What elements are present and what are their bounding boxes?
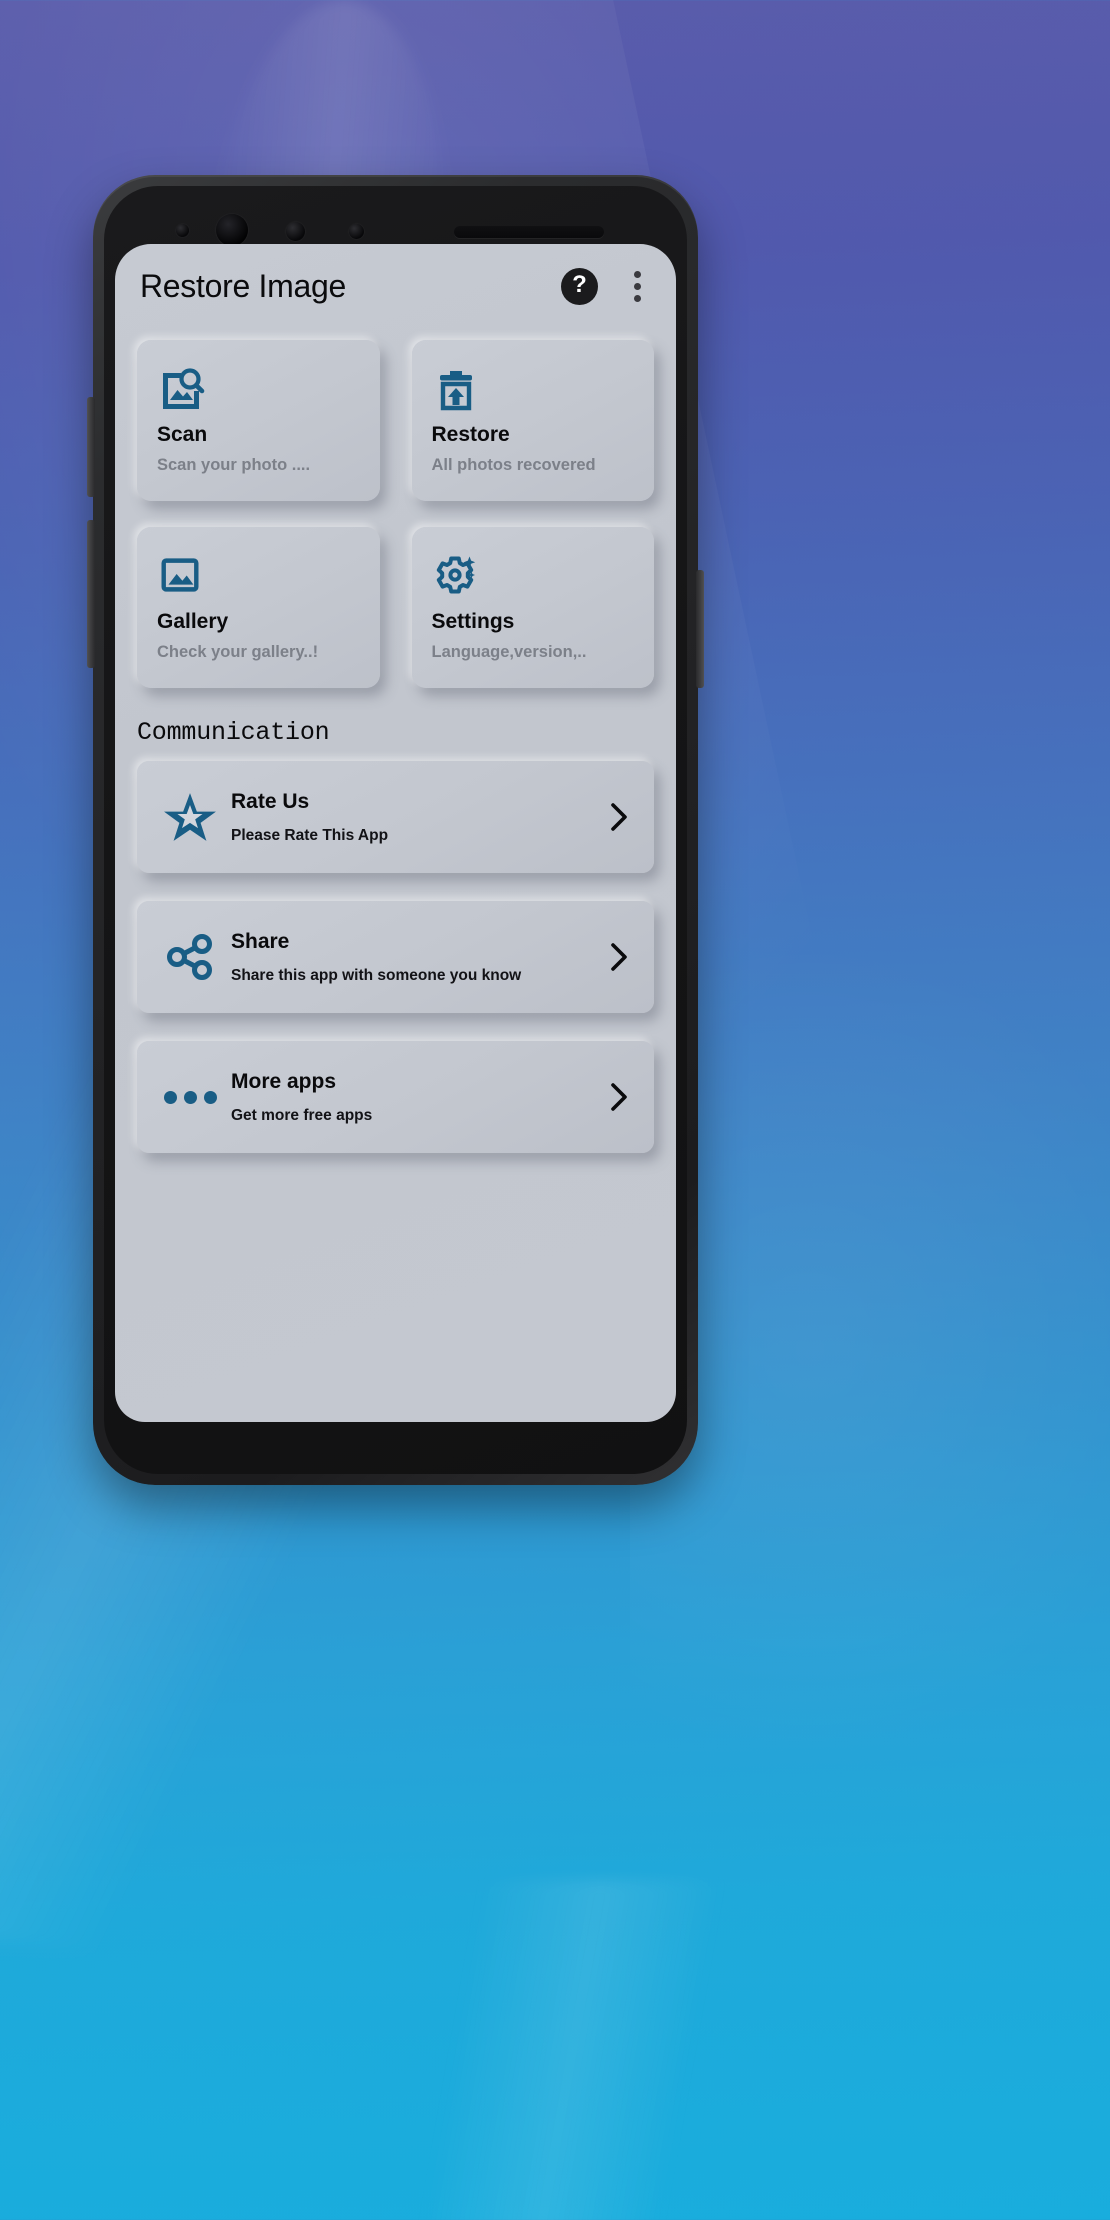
tile-restore[interactable]: Restore All photos recovered [411,340,654,502]
list-item-title: More apps [231,1070,337,1094]
volume-up-button[interactable] [87,397,95,497]
list-item-more-apps[interactable]: More apps Get more free apps [137,1041,654,1154]
help-glyph: ? [572,271,587,298]
phone-top-sensor-bar [104,186,687,248]
chevron-right-icon[interactable] [602,801,636,833]
image-search-icon [157,365,360,415]
list-item-subtitle: Please Rate This App [231,827,389,845]
app-content: Restore Image ? Scan Scan your photo ...… [115,244,676,1422]
section-header-communication: Communication [137,718,330,748]
light-sensor-icon [349,224,364,239]
phone-device-frame: Restore Image ? Scan Scan your photo ...… [87,175,704,1485]
tile-subtitle: Scan your photo .... [157,456,311,475]
chevron-right-icon[interactable] [602,1081,636,1113]
tile-gallery[interactable]: Gallery Check your gallery..! [137,527,380,689]
three-dots-icon [159,1090,221,1104]
wallpaper-streak-bottom [380,1880,800,2220]
gear-sparkle-icon [432,552,635,602]
menu-dot-2 [633,282,641,290]
list-item-subtitle: Share this app with someone you know [231,967,522,985]
feature-tile-grid: Scan Scan your photo .... Restore All ph… [115,328,676,689]
tile-settings[interactable]: Settings Language,version,.. [411,527,654,689]
list-item-text: More apps Get more free apps [221,1070,602,1124]
communication-list: Rate Us Please Rate This App Share Share… [115,761,676,1154]
power-button[interactable] [696,570,704,688]
tile-title: Gallery [157,610,229,634]
app-bar: Restore Image ? [115,244,676,328]
volume-down-button[interactable] [87,520,95,668]
share-nodes-icon [159,931,221,983]
menu-dot-1 [633,270,641,278]
star-icon [159,790,221,844]
tile-subtitle: Check your gallery..! [157,643,319,662]
list-item-subtitle: Get more free apps [231,1107,373,1125]
dot-3 [203,1090,217,1104]
front-camera-icon [216,214,248,246]
list-item-share[interactable]: Share Share this app with someone you kn… [137,901,654,1014]
wallpaper-glow-right [630,900,1110,1800]
page-title: Restore Image [140,268,346,304]
sensor-dot-icon [176,224,189,237]
tile-subtitle: Language,version,.. [431,643,587,662]
earpiece-speaker [454,226,604,238]
dot-2 [183,1090,197,1104]
phone-bezel: Restore Image ? Scan Scan your photo ...… [104,186,687,1474]
tile-title: Restore [431,423,510,446]
dot-1 [163,1090,177,1104]
list-item-title: Rate Us [231,790,310,814]
overflow-menu-icon[interactable] [620,264,654,308]
proximity-sensor-icon [286,222,305,241]
list-item-text: Rate Us Please Rate This App [221,790,602,844]
chevron-right-icon[interactable] [602,941,636,973]
tile-subtitle: All photos recovered [431,456,596,475]
tile-title: Settings [431,610,515,634]
trash-restore-icon [432,365,635,415]
tile-title: Scan [157,423,208,446]
help-circle-icon[interactable]: ? [561,267,598,305]
list-item-text: Share Share this app with someone you kn… [221,930,602,984]
list-item-title: Share [231,930,290,954]
menu-dot-3 [633,294,641,302]
tile-scan[interactable]: Scan Scan your photo .... [137,340,380,502]
list-item-rate-us[interactable]: Rate Us Please Rate This App [137,761,654,874]
phone-screen: Restore Image ? Scan Scan your photo ...… [115,244,676,1422]
image-icon [157,552,360,602]
